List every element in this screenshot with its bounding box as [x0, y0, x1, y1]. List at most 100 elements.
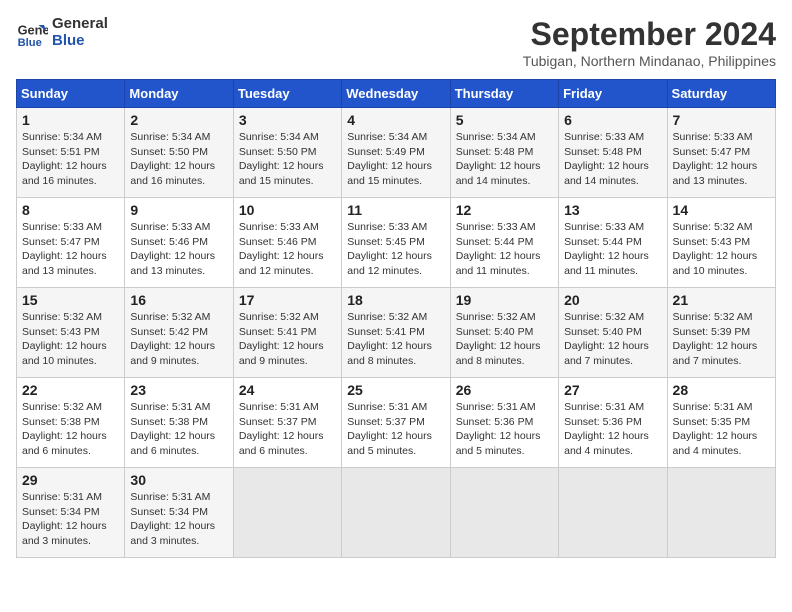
weekday-header: Tuesday [233, 80, 341, 108]
day-number: 5 [456, 112, 553, 128]
calendar-cell: 10 Sunrise: 5:33 AM Sunset: 5:46 PM Dayli… [233, 198, 341, 288]
day-info: Sunrise: 5:33 AM Sunset: 5:44 PM Dayligh… [564, 220, 661, 279]
day-info: Sunrise: 5:33 AM Sunset: 5:48 PM Dayligh… [564, 130, 661, 189]
day-number: 25 [347, 382, 444, 398]
day-number: 4 [347, 112, 444, 128]
day-number: 20 [564, 292, 661, 308]
month-title: September 2024 [523, 16, 776, 53]
day-number: 14 [673, 202, 770, 218]
day-number: 9 [130, 202, 227, 218]
calendar-cell: 25Sunrise: 5:31 AM Sunset: 5:37 PM Dayli… [342, 378, 450, 468]
day-info: Sunrise: 5:31 AM Sunset: 5:38 PM Dayligh… [130, 400, 227, 459]
location-title: Tubigan, Northern Mindanao, Philippines [523, 53, 776, 69]
calendar-cell: 14 Sunrise: 5:32 AM Sunset: 5:43 PM Dayli… [667, 198, 775, 288]
day-info: Sunrise: 5:34 AM Sunset: 5:49 PM Dayligh… [347, 130, 444, 189]
day-info: Sunrise: 5:32 AM Sunset: 5:39 PM Dayligh… [673, 310, 770, 369]
calendar-week-row: 22 Sunrise: 5:32 AM Sunset: 5:38 PM Dayli… [17, 378, 776, 468]
day-number: 16 [130, 292, 227, 308]
calendar-cell: 3 Sunrise: 5:34 AM Sunset: 5:50 PM Daylig… [233, 108, 341, 198]
day-number: 3 [239, 112, 336, 128]
day-info: Sunrise: 5:32 AM Sunset: 5:42 PM Dayligh… [130, 310, 227, 369]
day-number: 2 [130, 112, 227, 128]
day-number: 29 [22, 472, 119, 488]
weekday-header: Friday [559, 80, 667, 108]
calendar-cell: 18Sunrise: 5:32 AM Sunset: 5:41 PM Dayli… [342, 288, 450, 378]
calendar-cell: 12 Sunrise: 5:33 AM Sunset: 5:44 PM Dayli… [450, 198, 558, 288]
calendar-cell: 30Sunrise: 5:31 AM Sunset: 5:34 PM Dayli… [125, 468, 233, 558]
day-info: Sunrise: 5:33 AM Sunset: 5:44 PM Dayligh… [456, 220, 553, 279]
calendar-week-row: 29 Sunrise: 5:31 AM Sunset: 5:34 PM Dayli… [17, 468, 776, 558]
day-info: Sunrise: 5:32 AM Sunset: 5:43 PM Dayligh… [22, 310, 119, 369]
calendar-cell: 21 Sunrise: 5:32 AM Sunset: 5:39 PM Dayli… [667, 288, 775, 378]
calendar-week-row: 15Sunrise: 5:32 AM Sunset: 5:43 PM Dayli… [17, 288, 776, 378]
day-info: Sunrise: 5:32 AM Sunset: 5:43 PM Dayligh… [673, 220, 770, 279]
day-number: 11 [347, 202, 444, 218]
day-info: Sunrise: 5:34 AM Sunset: 5:50 PM Dayligh… [239, 130, 336, 189]
calendar-cell: 16 Sunrise: 5:32 AM Sunset: 5:42 PM Dayli… [125, 288, 233, 378]
calendar-cell: 17 Sunrise: 5:32 AM Sunset: 5:41 PM Dayli… [233, 288, 341, 378]
day-info: Sunrise: 5:34 AM Sunset: 5:50 PM Dayligh… [130, 130, 227, 189]
calendar-cell [667, 468, 775, 558]
day-info: Sunrise: 5:32 AM Sunset: 5:40 PM Dayligh… [456, 310, 553, 369]
day-info: Sunrise: 5:31 AM Sunset: 5:36 PM Dayligh… [564, 400, 661, 459]
calendar-header-row: SundayMondayTuesdayWednesdayThursdayFrid… [17, 80, 776, 108]
day-number: 13 [564, 202, 661, 218]
calendar-week-row: 1 Sunrise: 5:34 AM Sunset: 5:51 PM Daylig… [17, 108, 776, 198]
day-number: 10 [239, 202, 336, 218]
day-info: Sunrise: 5:33 AM Sunset: 5:47 PM Dayligh… [673, 130, 770, 189]
calendar-cell: 19 Sunrise: 5:32 AM Sunset: 5:40 PM Dayli… [450, 288, 558, 378]
calendar-cell: 11Sunrise: 5:33 AM Sunset: 5:45 PM Dayli… [342, 198, 450, 288]
day-number: 24 [239, 382, 336, 398]
calendar-cell [233, 468, 341, 558]
day-info: Sunrise: 5:32 AM Sunset: 5:41 PM Dayligh… [239, 310, 336, 369]
day-info: Sunrise: 5:31 AM Sunset: 5:35 PM Dayligh… [673, 400, 770, 459]
title-block: September 2024 Tubigan, Northern Mindana… [523, 16, 776, 69]
svg-text:General: General [18, 22, 48, 37]
calendar-cell: 20 Sunrise: 5:32 AM Sunset: 5:40 PM Dayli… [559, 288, 667, 378]
day-info: Sunrise: 5:33 AM Sunset: 5:46 PM Dayligh… [239, 220, 336, 279]
weekday-header: Sunday [17, 80, 125, 108]
day-number: 17 [239, 292, 336, 308]
day-number: 21 [673, 292, 770, 308]
day-info: Sunrise: 5:32 AM Sunset: 5:41 PM Dayligh… [347, 310, 444, 369]
calendar-cell: 23 Sunrise: 5:31 AM Sunset: 5:38 PM Dayli… [125, 378, 233, 468]
day-info: Sunrise: 5:31 AM Sunset: 5:36 PM Dayligh… [456, 400, 553, 459]
day-number: 28 [673, 382, 770, 398]
weekday-header: Saturday [667, 80, 775, 108]
day-number: 12 [456, 202, 553, 218]
logo: General Blue General Blue [16, 16, 108, 49]
calendar-body: 1 Sunrise: 5:34 AM Sunset: 5:51 PM Daylig… [17, 108, 776, 558]
weekday-header: Monday [125, 80, 233, 108]
day-info: Sunrise: 5:33 AM Sunset: 5:46 PM Dayligh… [130, 220, 227, 279]
day-info: Sunrise: 5:31 AM Sunset: 5:34 PM Dayligh… [22, 490, 119, 549]
day-number: 30 [130, 472, 227, 488]
day-number: 23 [130, 382, 227, 398]
day-number: 1 [22, 112, 119, 128]
logo-line1: General [52, 15, 108, 32]
logo-line2: Blue [52, 33, 108, 50]
calendar-cell: 5 Sunrise: 5:34 AM Sunset: 5:48 PM Daylig… [450, 108, 558, 198]
day-info: Sunrise: 5:34 AM Sunset: 5:48 PM Dayligh… [456, 130, 553, 189]
day-info: Sunrise: 5:31 AM Sunset: 5:37 PM Dayligh… [239, 400, 336, 459]
day-info: Sunrise: 5:32 AM Sunset: 5:40 PM Dayligh… [564, 310, 661, 369]
calendar-cell [450, 468, 558, 558]
calendar-cell: 13 Sunrise: 5:33 AM Sunset: 5:44 PM Dayli… [559, 198, 667, 288]
calendar-cell [559, 468, 667, 558]
calendar-cell: 24 Sunrise: 5:31 AM Sunset: 5:37 PM Dayli… [233, 378, 341, 468]
calendar-week-row: 8Sunrise: 5:33 AM Sunset: 5:47 PM Daylig… [17, 198, 776, 288]
day-info: Sunrise: 5:32 AM Sunset: 5:38 PM Dayligh… [22, 400, 119, 459]
calendar-cell: 2 Sunrise: 5:34 AM Sunset: 5:50 PM Daylig… [125, 108, 233, 198]
page-header: General Blue General Blue September 2024… [16, 16, 776, 69]
calendar-cell: 9 Sunrise: 5:33 AM Sunset: 5:46 PM Daylig… [125, 198, 233, 288]
day-info: Sunrise: 5:34 AM Sunset: 5:51 PM Dayligh… [22, 130, 119, 189]
calendar-cell: 28 Sunrise: 5:31 AM Sunset: 5:35 PM Dayli… [667, 378, 775, 468]
day-number: 26 [456, 382, 553, 398]
weekday-header: Thursday [450, 80, 558, 108]
day-number: 19 [456, 292, 553, 308]
day-number: 22 [22, 382, 119, 398]
calendar-cell: 6Sunrise: 5:33 AM Sunset: 5:48 PM Daylig… [559, 108, 667, 198]
calendar-cell: 29 Sunrise: 5:31 AM Sunset: 5:34 PM Dayli… [17, 468, 125, 558]
logo-icon: General Blue [16, 17, 48, 49]
weekday-header: Wednesday [342, 80, 450, 108]
calendar-cell: 26 Sunrise: 5:31 AM Sunset: 5:36 PM Dayli… [450, 378, 558, 468]
